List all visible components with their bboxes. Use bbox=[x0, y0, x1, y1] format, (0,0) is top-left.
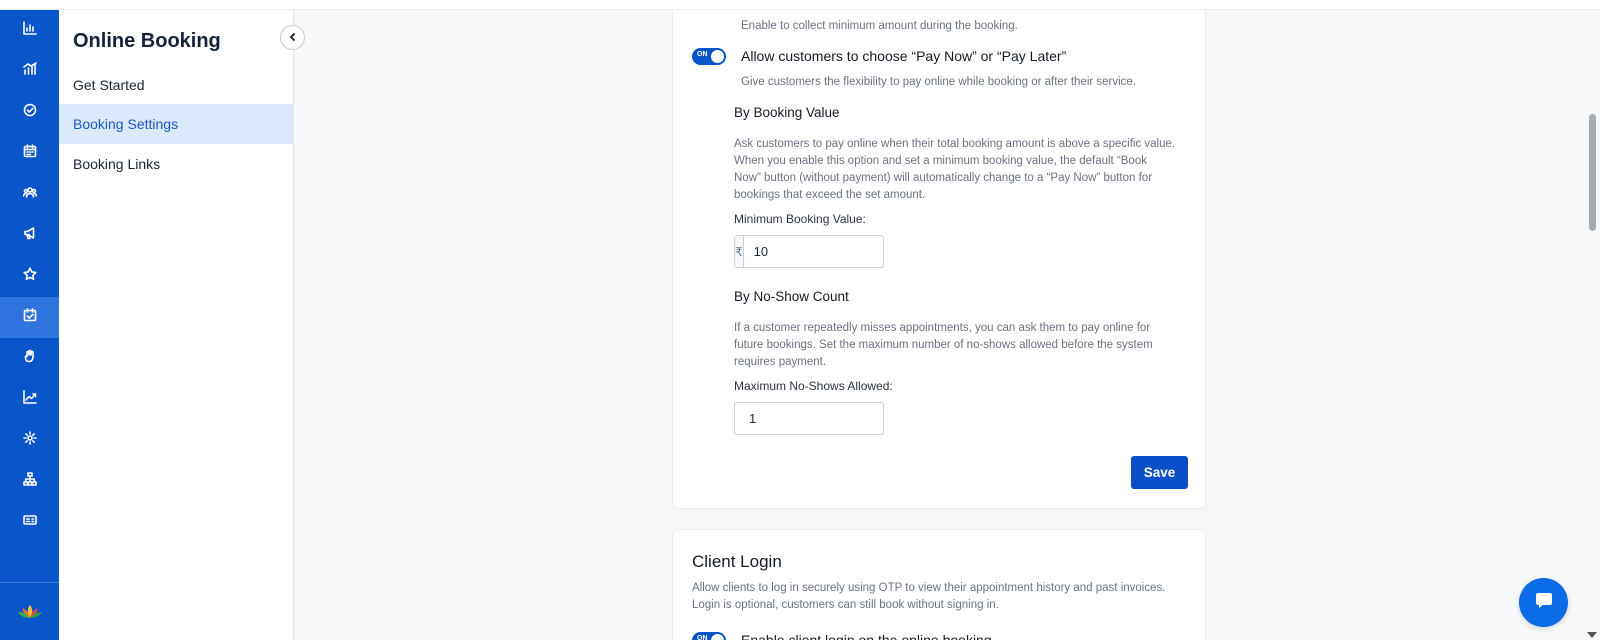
by-no-show-title: By No-Show Count bbox=[734, 289, 849, 304]
max-no-shows-label: Maximum No-Shows Allowed: bbox=[734, 379, 893, 393]
rail-organization[interactable] bbox=[0, 461, 59, 502]
rupee-currency-prefix: ₹ bbox=[735, 236, 744, 267]
minimum-booking-value-input[interactable] bbox=[743, 236, 930, 267]
lotus-logo-icon[interactable] bbox=[0, 582, 59, 640]
rail-analytics[interactable] bbox=[0, 51, 59, 92]
rail-reviews[interactable] bbox=[0, 256, 59, 297]
pay-now-later-label: Allow customers to choose “Pay Now” or “… bbox=[741, 48, 1067, 64]
collapse-sidebar-button[interactable] bbox=[280, 25, 305, 50]
analytics-icon bbox=[22, 62, 37, 81]
rail-gestures[interactable] bbox=[0, 338, 59, 379]
pay-now-later-description: Give customers the flexibility to pay on… bbox=[741, 76, 1137, 88]
rail-clients[interactable] bbox=[0, 174, 59, 215]
rail-settings[interactable] bbox=[0, 420, 59, 461]
rail-online-booking[interactable] bbox=[0, 297, 59, 338]
by-booking-value-title: By Booking Value bbox=[734, 105, 840, 120]
payment-settings-card: Enable to collect minimum amount during … bbox=[672, 0, 1206, 509]
rail-marketing[interactable] bbox=[0, 215, 59, 256]
scroll-down-arrow-icon[interactable] bbox=[1587, 632, 1597, 638]
icon-rail bbox=[0, 10, 59, 640]
max-no-shows-input[interactable] bbox=[734, 402, 884, 435]
toggle-on-text: ON bbox=[697, 51, 708, 58]
check-circle-icon bbox=[23, 103, 37, 122]
top-border bbox=[0, 0, 1600, 10]
rail-dashboard[interactable] bbox=[0, 10, 59, 51]
rail-identity[interactable] bbox=[0, 502, 59, 543]
chat-bubble-icon bbox=[1534, 590, 1554, 615]
pay-now-later-toggle[interactable]: ON bbox=[692, 48, 726, 65]
megaphone-icon bbox=[23, 226, 37, 245]
chat-support-button[interactable] bbox=[1519, 578, 1568, 627]
scrollbar-thumb[interactable] bbox=[1589, 114, 1596, 231]
minimum-booking-value-label: Minimum Booking Value: bbox=[734, 212, 866, 226]
client-login-title: Client Login bbox=[692, 552, 782, 571]
sidebar-item-booking-settings[interactable]: Booking Settings bbox=[59, 104, 293, 144]
client-login-toggle[interactable]: ON bbox=[692, 632, 726, 640]
dashboard-icon bbox=[22, 21, 37, 40]
client-login-description: Allow clients to log in securely using O… bbox=[692, 582, 1166, 611]
client-login-toggle-label: Enable client login on the online bookin… bbox=[741, 632, 992, 640]
rail-tasks[interactable] bbox=[0, 92, 59, 133]
client-login-card: Client Login Allow clients to log in sec… bbox=[672, 529, 1206, 640]
toggle-knob bbox=[711, 50, 724, 63]
users-icon bbox=[22, 185, 37, 204]
chevron-left-icon bbox=[288, 29, 298, 47]
toggle-knob bbox=[711, 634, 724, 640]
save-button[interactable]: Save bbox=[1131, 456, 1188, 489]
rail-calendar[interactable] bbox=[0, 133, 59, 174]
org-chart-icon bbox=[22, 472, 37, 491]
online-booking-sidebar: Online Booking Get Started Booking Setti… bbox=[59, 10, 305, 640]
sidebar-item-get-started[interactable]: Get Started bbox=[59, 65, 293, 105]
by-booking-value-description: Ask customers to pay online when their t… bbox=[734, 138, 1176, 201]
minimum-booking-value-field: ₹ bbox=[734, 235, 930, 268]
booking-calendar-icon bbox=[23, 308, 37, 327]
hand-icon bbox=[23, 349, 37, 368]
id-card-icon bbox=[22, 513, 37, 532]
sidebar-title: Online Booking bbox=[73, 30, 221, 52]
toggle-on-text: ON bbox=[697, 635, 708, 640]
trend-icon bbox=[22, 390, 37, 409]
min-amount-description: Enable to collect minimum amount during … bbox=[741, 20, 1018, 32]
star-icon bbox=[22, 267, 37, 286]
by-no-show-description: If a customer repeatedly misses appointm… bbox=[734, 322, 1153, 368]
page-scrollbar[interactable] bbox=[1585, 10, 1600, 640]
settings-icon bbox=[22, 431, 37, 450]
rail-reports[interactable] bbox=[0, 379, 59, 420]
calendar-icon bbox=[23, 144, 37, 163]
sidebar-item-booking-links[interactable]: Booking Links bbox=[59, 144, 293, 184]
